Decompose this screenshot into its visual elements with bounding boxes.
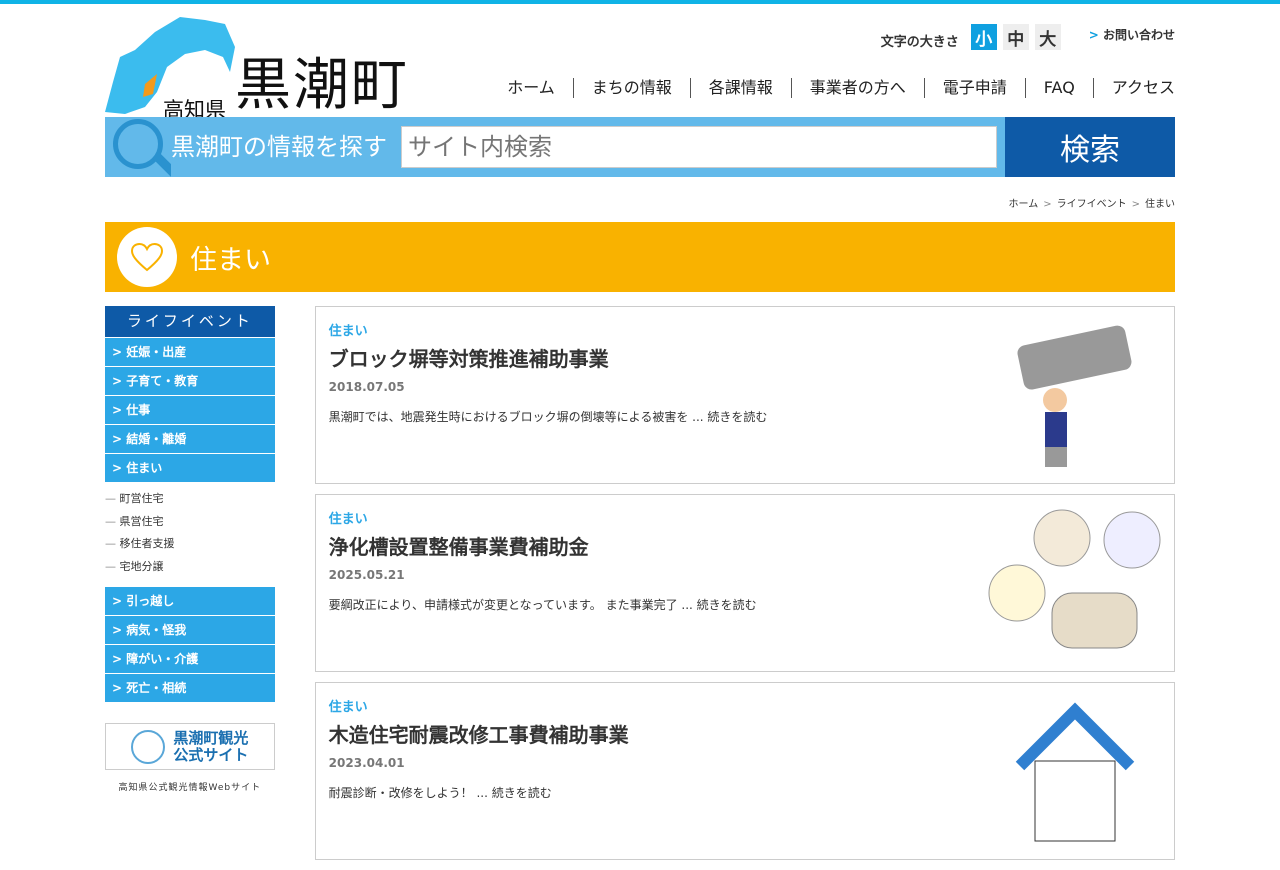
font-size-large[interactable]: 大: [1034, 24, 1061, 50]
sidebar-item-work[interactable]: > 仕事: [105, 395, 275, 424]
sidebar-item-pregnancy[interactable]: > 妊娠・出産: [105, 337, 275, 366]
font-size-label: 文字の大きさ: [880, 34, 959, 50]
sidebar-item-death[interactable]: > 死亡・相続: [105, 673, 275, 702]
sidebar-sub-land[interactable]: 宅地分譲: [105, 556, 275, 579]
sidebar-item-illness[interactable]: > 病気・怪我: [105, 615, 275, 644]
town-name: 黒潮町: [235, 53, 409, 118]
sidebar: ライフイベント > 妊娠・出産 > 子育て・教育 > 仕事 > 結婚・離婚 > …: [105, 306, 275, 870]
search-icon: [105, 117, 171, 177]
sidebar-sub-town-housing[interactable]: 町営住宅: [105, 488, 275, 511]
search-input[interactable]: [401, 126, 997, 168]
sidebar-item-marriage[interactable]: > 結婚・離婚: [105, 424, 275, 453]
font-size-small[interactable]: 小: [970, 24, 997, 50]
article-list: 住まい ブロック塀等対策推進補助事業 2018.07.05 黒潮町では、地震発生…: [314, 306, 1175, 870]
sidebar-sub-pref-housing[interactable]: 県営住宅: [105, 511, 275, 534]
sidebar-sub-migration[interactable]: 移住者支援: [105, 533, 275, 556]
nav-access[interactable]: アクセス: [1092, 78, 1175, 98]
tourism-logo-icon: [131, 729, 166, 764]
heart-icon: [117, 227, 177, 287]
header: 高知県 黒潮町 文字の大きさ 小 中 大 > お問い合わせ ホーム まちの情報 …: [105, 4, 1175, 122]
nav-departments[interactable]: 各課情報: [689, 78, 791, 98]
search-bar: 黒潮町の情報を探す 検索: [105, 117, 1175, 177]
page-title: 住まい: [190, 244, 271, 276]
septic-tank-illustration: [987, 507, 1162, 659]
nav-town-info[interactable]: まちの情報: [572, 78, 690, 98]
block-wall-illustration: [987, 319, 1162, 471]
nav-faq[interactable]: FAQ: [1024, 78, 1093, 98]
breadcrumb-home[interactable]: ホーム: [1009, 199, 1039, 210]
sidebar-item-housing[interactable]: > 住まい: [105, 453, 275, 482]
sidebar-item-childcare[interactable]: > 子育て・教育: [105, 366, 275, 395]
breadcrumb: ホーム > ライフイベント > 住まい: [1008, 199, 1175, 210]
search-label: 黒潮町の情報を探す: [171, 133, 387, 161]
banner-caption: 高知県公式観光情報Webサイト: [118, 783, 262, 793]
banner-title2: 公式サイト: [173, 745, 249, 764]
nav-business[interactable]: 事業者の方へ: [790, 78, 924, 98]
sidebar-item-disability[interactable]: > 障がい・介護: [105, 644, 275, 673]
sidebar-sublist: 町営住宅 県営住宅 移住者支援 宅地分譲: [105, 482, 275, 586]
global-nav: ホーム まちの情報 各課情報 事業者の方へ 電子申請 FAQ アクセス: [489, 78, 1175, 98]
article-card[interactable]: 住まい 浄化槽設置整備事業費補助金 2025.05.21 要綱改正により、申請様…: [314, 494, 1175, 672]
contact-link[interactable]: > お問い合わせ: [1089, 26, 1175, 43]
nav-home[interactable]: ホーム: [489, 78, 573, 98]
breadcrumb-current: 住まい: [1145, 199, 1175, 210]
header-tools: 文字の大きさ 小 中 大 > お問い合わせ: [881, 24, 1175, 50]
page-title-bar: 住まい: [105, 222, 1175, 292]
chevron-right-icon: >: [1088, 27, 1099, 42]
tourism-banner[interactable]: 黒潮町観光 公式サイト: [105, 723, 275, 770]
contact-label: お問い合わせ: [1102, 27, 1175, 42]
site-logo[interactable]: 高知県 黒潮町: [105, 12, 415, 122]
breadcrumb-life-events[interactable]: ライフイベント: [1057, 199, 1127, 210]
banner-title1: 黒潮町観光: [173, 728, 249, 747]
nav-e-application[interactable]: 電子申請: [923, 78, 1025, 98]
search-button[interactable]: 検索: [1005, 117, 1175, 177]
sidebar-heading: ライフイベント: [105, 306, 275, 337]
sidebar-item-moving[interactable]: > 引っ越し: [105, 586, 275, 615]
house-illustration: [987, 695, 1162, 847]
article-card[interactable]: 住まい ブロック塀等対策推進補助事業 2018.07.05 黒潮町では、地震発生…: [314, 306, 1175, 484]
article-card[interactable]: 住まい 木造住宅耐震改修工事費補助事業 2023.04.01 耐震診断・改修をし…: [314, 682, 1175, 860]
font-size-medium[interactable]: 中: [1002, 24, 1029, 50]
